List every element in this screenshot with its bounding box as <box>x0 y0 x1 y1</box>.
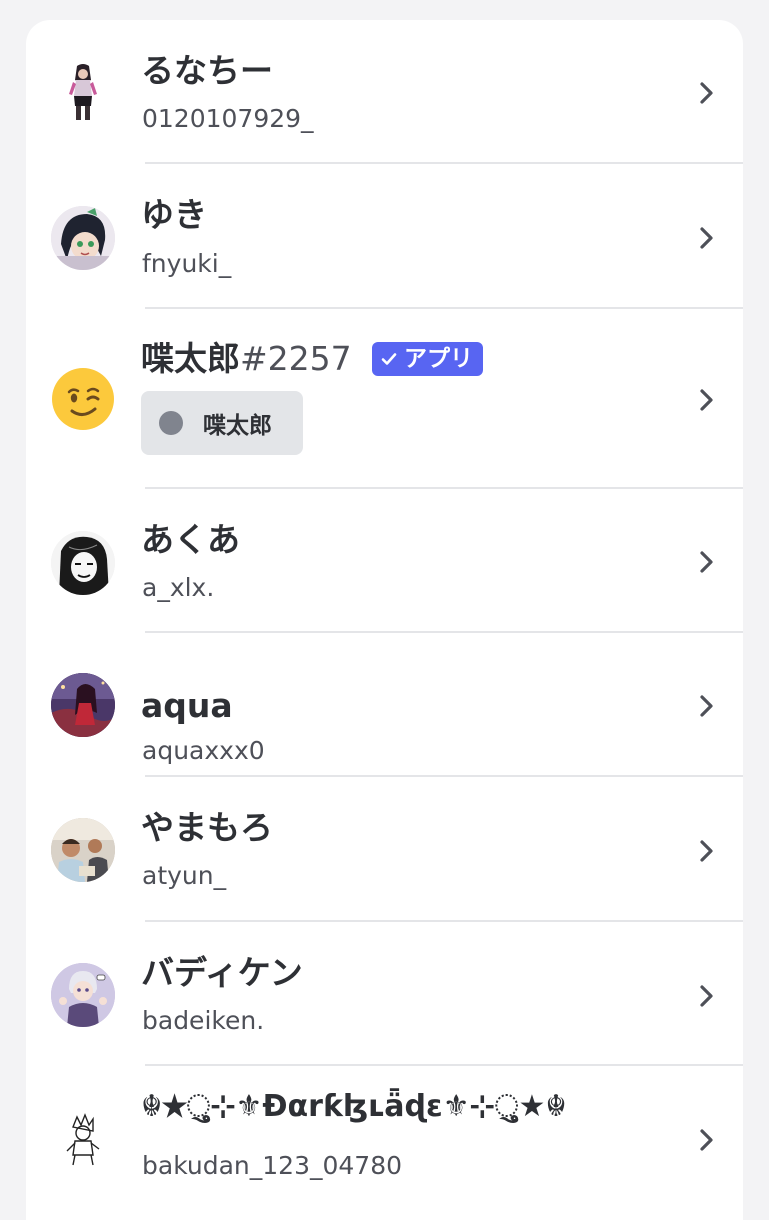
avatar-sketch-character-icon <box>51 1107 115 1171</box>
app-display-name: 喋太郎 <box>141 339 240 378</box>
username: atyun_ <box>142 861 227 890</box>
winking-face-emoji-icon <box>51 367 115 431</box>
username: 0120107929_ <box>142 104 314 133</box>
username: badeiken. <box>142 1006 265 1035</box>
app-chip-label: 喋太郎 <box>203 413 272 439</box>
username: aquaxxx0 <box>142 736 265 765</box>
display-name: ゆき <box>141 195 207 234</box>
chevron-right-icon <box>694 1128 718 1152</box>
discriminator: #2257 <box>240 339 352 378</box>
member-row[interactable]: バディケン badeiken. <box>26 922 743 1065</box>
status-dot <box>159 411 183 435</box>
display-name: aqua <box>141 686 233 725</box>
avatar-anime-scene-icon <box>51 673 115 737</box>
member-row[interactable]: ゆき fnyuki_ <box>26 164 743 308</box>
display-name: ☬★ુ⊹⚜Ɖαrƙɮʟǟɖɛ⚜⊹ુ★☬ <box>141 1089 567 1124</box>
member-row[interactable]: あくあ a_xlx. <box>26 489 743 632</box>
chevron-right-icon <box>694 388 718 412</box>
app-badge: アプリ <box>372 342 483 376</box>
app-activity-chip: 喋太郎 <box>141 391 303 455</box>
username: bakudan_123_04780 <box>142 1151 403 1180</box>
chevron-right-icon <box>694 550 718 574</box>
username: a_xlx. <box>142 573 215 602</box>
display-name: るなちー <box>141 51 273 90</box>
app-badge-label: アプリ <box>404 346 473 372</box>
member-row[interactable]: やまもろ atyun_ <box>26 777 743 921</box>
member-list-panel: るなちー 0120107929_ ゆき fnyuki_ 喋太郎#2257 アプリ… <box>26 20 743 1220</box>
chevron-right-icon <box>694 984 718 1008</box>
member-row[interactable]: るなちー 0120107929_ <box>26 20 743 163</box>
check-icon <box>380 350 398 368</box>
display-name: あくあ <box>141 520 240 559</box>
member-row[interactable]: aqua aquaxxx0 <box>26 633 743 776</box>
member-row[interactable]: ☬★ુ⊹⚜Ɖαrƙɮʟǟɖɛ⚜⊹ુ★☬ bakudan_123_04780 <box>26 1066 743 1220</box>
display-name: やまもろ <box>141 808 273 847</box>
avatar-anime-girl-icon <box>51 206 115 270</box>
avatar-anime-figure-icon <box>51 60 115 124</box>
username: fnyuki_ <box>142 249 232 278</box>
chevron-right-icon <box>694 694 718 718</box>
chevron-right-icon <box>694 839 718 863</box>
chevron-right-icon <box>694 226 718 250</box>
avatar-manga-portrait-icon <box>51 531 115 595</box>
display-name: バディケン <box>141 953 303 992</box>
display-name: 喋太郎#2257 <box>141 339 352 379</box>
member-row-app[interactable] <box>26 309 743 487</box>
avatar-chibi-character-icon <box>51 963 115 1027</box>
avatar-photo-icon <box>51 818 115 882</box>
chevron-right-icon <box>694 81 718 105</box>
